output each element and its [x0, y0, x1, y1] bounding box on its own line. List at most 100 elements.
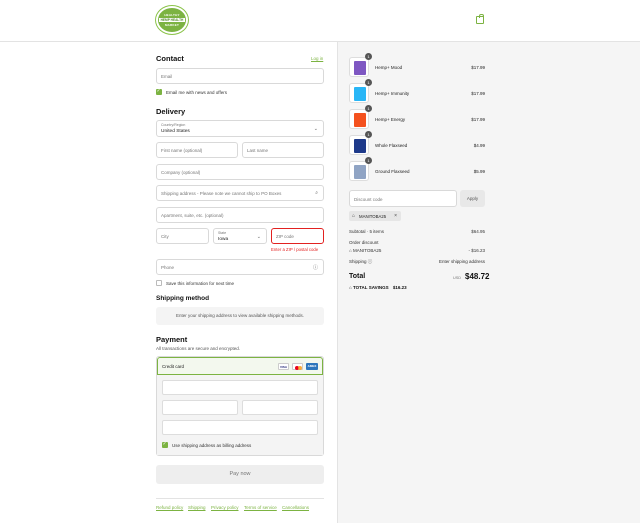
- news-label: Email me with news and offers: [166, 90, 227, 95]
- discount-placeholder: Discount code: [354, 196, 383, 202]
- product-image: [354, 113, 366, 127]
- logo-band-text: HEMP HEALTH: [158, 18, 186, 22]
- chevron-down-icon: ⌄: [256, 234, 261, 240]
- product-name: Hemp+ Mood: [375, 65, 403, 70]
- footer-link-privacy-policy[interactable]: Privacy policy: [211, 505, 239, 510]
- payment-subtitle: All transactions are secure and encrypte…: [156, 346, 241, 351]
- footer-link-refund-policy[interactable]: Refund policy: [156, 505, 183, 510]
- order-item: 1 Hemp+ Immunity $17.99: [349, 79, 485, 103]
- product-thumbnail: [349, 83, 369, 103]
- email-placeholder: Email: [161, 74, 173, 79]
- product-price: $5.99: [473, 169, 485, 174]
- product-price: $17.99: [471, 91, 485, 96]
- shopping-bag-icon[interactable]: [476, 14, 484, 24]
- footer-link-shipping[interactable]: Shipping: [188, 505, 206, 510]
- state-select[interactable]: State Iowa ⌄: [213, 228, 267, 244]
- savings-value: $16.23: [392, 285, 407, 290]
- footer-link-cancellations[interactable]: Cancellations: [282, 505, 309, 510]
- amex-icon: AMEX: [306, 363, 318, 370]
- remove-discount-icon[interactable]: ×: [394, 213, 397, 219]
- product-image: [354, 139, 366, 153]
- help-icon[interactable]: ⓘ: [313, 264, 318, 271]
- news-checkbox[interactable]: [156, 88, 162, 95]
- shipping-row: Shipping ⓘ Enter shipping address: [349, 259, 485, 265]
- phone-placeholder: Phone: [161, 265, 175, 270]
- product-thumbnail: [349, 109, 369, 129]
- payment-box: Credit card VISA AMEX Use shipping addre…: [156, 356, 324, 456]
- city-field[interactable]: City: [156, 228, 209, 244]
- apartment-field[interactable]: Apartment, suite, etc. (optional): [156, 207, 324, 223]
- discount-value: - $16.23: [468, 248, 485, 253]
- card-security-code-field[interactable]: [242, 400, 318, 415]
- product-thumbnail: [349, 135, 369, 155]
- help-icon[interactable]: ⓘ: [368, 259, 373, 264]
- apply-discount-button[interactable]: Apply: [460, 190, 485, 207]
- quantity-badge: 1: [365, 105, 372, 112]
- apartment-placeholder: Apartment, suite, etc. (optional): [161, 213, 224, 218]
- city-placeholder: City: [161, 234, 169, 239]
- footer-divider: [156, 498, 324, 499]
- search-icon: ⌕: [315, 190, 318, 196]
- total-value: $48.72: [465, 272, 490, 281]
- subtotal-row: Subtotal · 5 items $64.95: [349, 229, 485, 234]
- company-placeholder: Company (optional): [161, 170, 201, 175]
- order-item: 1 Hemp+ Energy $17.99: [349, 105, 485, 129]
- product-name: Hemp+ Energy: [375, 117, 406, 122]
- visa-icon: VISA: [278, 363, 289, 370]
- quantity-badge: 1: [365, 53, 372, 60]
- tag-icon: ⌂: [352, 213, 356, 219]
- card-number-field[interactable]: [162, 380, 318, 395]
- first-name-field[interactable]: First name (optional): [156, 142, 238, 158]
- mastercard-icon: [292, 363, 303, 370]
- contact-heading: Contact: [156, 54, 184, 63]
- card-name-field[interactable]: [162, 420, 318, 435]
- subtotal-label: Subtotal · 5 items: [349, 229, 385, 234]
- email-field[interactable]: Email: [156, 68, 324, 84]
- quantity-badge: 1: [365, 79, 372, 86]
- total-label: Total: [349, 273, 366, 280]
- order-discount-label: Order discount: [349, 240, 379, 245]
- state-value: Iowa: [218, 237, 229, 242]
- zip-error-message: Enter a ZIP / postal code: [271, 247, 319, 252]
- shipping-method-info: Enter your shipping address to view avai…: [156, 307, 324, 325]
- order-item: 1 Hemp+ Mood $17.99: [349, 53, 485, 77]
- store-logo[interactable]: HEALTHY HEMP HEALTH MARKET: [156, 6, 188, 34]
- product-name: Whole Flaxseed: [375, 143, 408, 148]
- discount-code-label: MANITOBA25: [352, 248, 382, 253]
- billing-same-checkbox[interactable]: [162, 441, 168, 448]
- discount-code-field[interactable]: Discount code: [349, 190, 457, 207]
- card-fields-area: Use shipping address as billing address: [157, 375, 323, 455]
- state-label: State: [218, 231, 227, 235]
- payment-heading: Payment: [156, 335, 188, 344]
- product-thumbnail: [349, 161, 369, 181]
- first-name-placeholder: First name (optional): [161, 148, 203, 153]
- address-field[interactable]: Shipping address - Please note we cannot…: [156, 185, 324, 201]
- footer-link-terms-of-service[interactable]: Terms of service: [244, 505, 277, 510]
- total-currency: USD: [453, 276, 462, 280]
- pay-now-button[interactable]: Pay now: [156, 465, 324, 484]
- applied-discount-chip: ⌂ MANITOBA25 ×: [349, 211, 401, 221]
- country-select[interactable]: Country/Region United States ⌄: [156, 120, 324, 137]
- shipping-value: Enter shipping address: [438, 259, 485, 264]
- logo-top-text: HEALTHY: [164, 13, 180, 17]
- product-price: $17.99: [471, 65, 485, 70]
- last-name-field[interactable]: Last name: [242, 142, 324, 158]
- header: HEALTHY HEMP HEALTH MARKET: [0, 0, 640, 42]
- card-expiry-field[interactable]: [162, 400, 238, 415]
- applied-code-text: MANITOBA25: [359, 213, 387, 219]
- zip-field[interactable]: ZIP code: [271, 228, 324, 244]
- product-name: Ground Flaxseed: [375, 169, 410, 174]
- phone-field[interactable]: Phone ⓘ: [156, 259, 324, 275]
- login-link[interactable]: Log in: [311, 56, 323, 61]
- product-image: [354, 165, 366, 179]
- logo-bottom-text: MARKET: [164, 23, 180, 27]
- address-placeholder: Shipping address - Please note we cannot…: [161, 191, 282, 196]
- save-info-checkbox[interactable]: [156, 280, 162, 286]
- product-price: $4.99: [473, 143, 485, 148]
- product-image: [354, 61, 366, 75]
- discount-row: ⌂ MANITOBA25 - $16.23: [349, 248, 485, 253]
- product-name: Hemp+ Immunity: [375, 91, 410, 96]
- company-field[interactable]: Company (optional): [156, 164, 324, 180]
- credit-card-option[interactable]: Credit card VISA AMEX: [157, 357, 323, 375]
- shipping-label: Shipping: [349, 259, 367, 264]
